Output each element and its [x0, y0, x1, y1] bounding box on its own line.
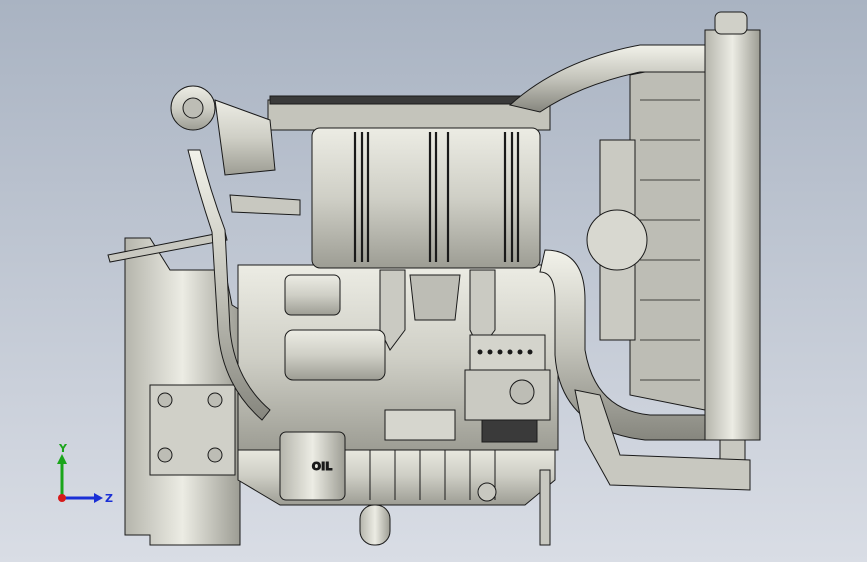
oil-filter-label: OIL [312, 460, 332, 473]
z-axis-label: Z [105, 492, 113, 505]
x-axis-origin [58, 494, 66, 502]
radiator [586, 11, 761, 466]
cad-viewport[interactable]: OIL Y Z [0, 0, 867, 562]
coordinate-triad: Y Z [57, 442, 113, 505]
engine-model[interactable]: OIL [0, 0, 867, 562]
y-axis-arrowhead [57, 454, 67, 464]
y-axis-label: Y [58, 442, 68, 455]
oil-filter: OIL [279, 431, 346, 501]
valve-cover [267, 95, 551, 269]
z-axis-arrowhead [94, 493, 103, 503]
